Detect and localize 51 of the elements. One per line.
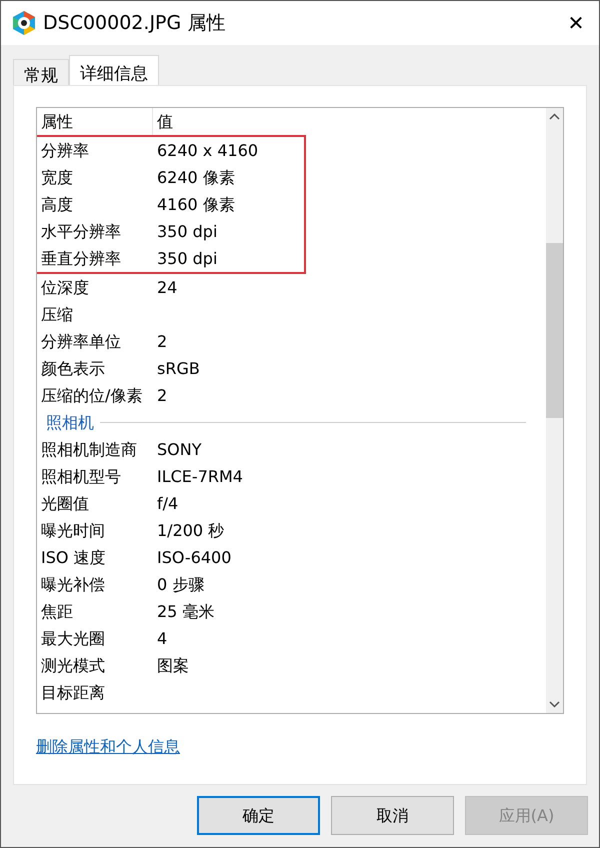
property-value: SONY xyxy=(156,438,202,460)
dialog-button[interactable]: 确定 xyxy=(197,796,320,835)
column-header[interactable]: 值 xyxy=(153,110,546,134)
property-name: 照相机型号 xyxy=(40,466,122,488)
property-value: 1/200 秒 xyxy=(156,520,226,542)
property-name: ISO 速度 xyxy=(40,546,107,568)
property-name: 宽度 xyxy=(40,166,74,188)
property-name: 照相机制造商 xyxy=(40,438,138,460)
property-value: 4 xyxy=(156,628,168,650)
tab[interactable]: 详细信息 xyxy=(69,55,159,85)
close-button[interactable]: ✕ xyxy=(553,1,599,45)
property-name: 水平分辨率 xyxy=(40,220,122,242)
dialog-button[interactable]: 取消 xyxy=(331,796,454,835)
app-icon xyxy=(11,10,37,36)
property-value: f/4 xyxy=(156,492,180,514)
property-value: 350 dpi xyxy=(156,220,218,242)
property-value: 6240 像素 xyxy=(156,166,236,188)
property-name: 压缩 xyxy=(40,304,74,326)
scroll-thumb[interactable] xyxy=(546,243,563,418)
property-name: 曝光时间 xyxy=(40,520,106,542)
window-title: DSC00002.JPG 属性 xyxy=(43,10,226,36)
column-header[interactable]: 属性 xyxy=(37,108,153,135)
property-name: 焦距 xyxy=(40,600,74,622)
property-name: 最大光圈 xyxy=(40,628,106,650)
property-value: 图案 xyxy=(156,654,190,676)
property-name: 位深度 xyxy=(40,276,90,298)
property-value: 4160 像素 xyxy=(156,194,236,216)
property-value: 6240 x 4160 xyxy=(156,140,260,162)
property-value: sRGB xyxy=(156,358,201,380)
tab[interactable]: 常规 xyxy=(13,59,69,85)
property-name: 压缩的位/像素 xyxy=(40,384,144,406)
property-name: 高度 xyxy=(40,194,74,216)
property-value: 0 步骤 xyxy=(156,574,206,596)
property-name: 分辨率 xyxy=(40,140,90,162)
property-value: 25 毫米 xyxy=(156,600,216,622)
scrollbar[interactable] xyxy=(546,108,563,713)
property-value: 24 xyxy=(156,276,178,298)
property-value: 2 xyxy=(156,330,168,352)
property-value: ISO-6400 xyxy=(156,546,232,568)
property-name: 曝光补偿 xyxy=(40,574,106,596)
property-name: 测光模式 xyxy=(40,654,106,676)
property-name: 颜色表示 xyxy=(40,358,106,380)
property-name: 分辨率单位 xyxy=(40,330,122,352)
property-name: 垂直分辨率 xyxy=(40,248,122,270)
remove-info-link[interactable]: 删除属性和个人信息 xyxy=(36,735,180,759)
property-name: 目标距离 xyxy=(40,682,106,704)
property-name: 光圈值 xyxy=(40,492,90,514)
property-value: ILCE-7RM4 xyxy=(156,466,244,488)
property-value: 2 xyxy=(156,384,168,406)
group-header: 照相机 xyxy=(46,412,94,434)
property-value: 350 dpi xyxy=(156,248,218,270)
